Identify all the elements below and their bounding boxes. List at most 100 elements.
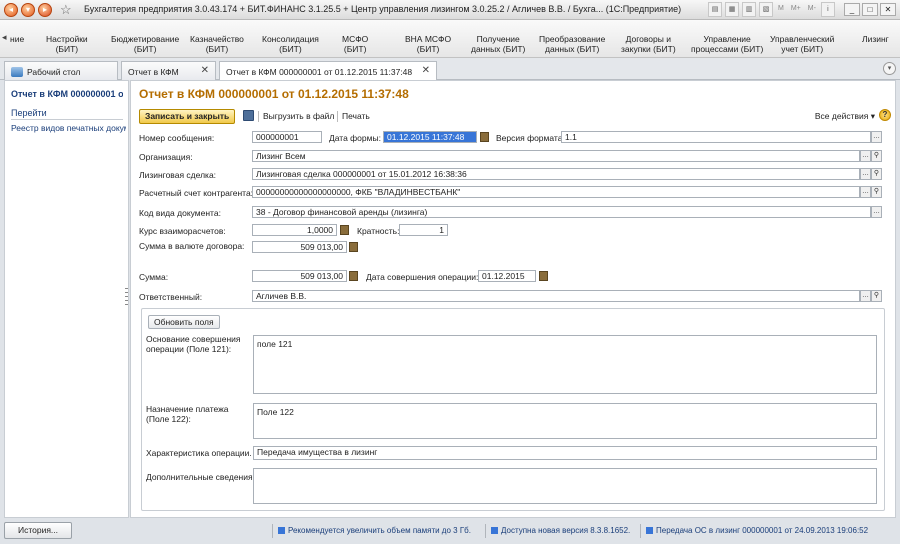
tab-label: Отчет в КФМ	[128, 67, 179, 77]
sum-cur-field[interactable]: 509 013,00	[252, 241, 347, 253]
calendar-icon[interactable]: ▧	[759, 2, 773, 17]
section-budgeting[interactable]: Бюджетирование (БИТ)	[111, 34, 179, 54]
multiplicity-field[interactable]: 1	[399, 224, 448, 236]
format-field[interactable]: 1.1	[561, 131, 871, 143]
open-search-icon[interactable]: ⚲	[871, 186, 882, 198]
select-button[interactable]: …	[871, 206, 882, 218]
open-search-icon[interactable]: ⚲	[871, 290, 882, 302]
window-title: Бухгалтерия предприятия 3.0.43.174 + БИТ…	[84, 4, 682, 14]
close-tab-icon[interactable]: ✕	[422, 65, 430, 76]
save-icon[interactable]	[243, 110, 254, 121]
section-contracts[interactable]: Договоры и закупки (БИТ)	[621, 34, 676, 54]
msg-no-field[interactable]: 000000001	[252, 131, 322, 143]
section-vna-msfo[interactable]: ВНА МСФО (БИТ)	[405, 34, 451, 54]
sum-field[interactable]: 509 013,00	[252, 270, 347, 282]
calendar-icon[interactable]	[480, 132, 489, 142]
nav-link-print-forms[interactable]: Реестр видов печатных документов	[11, 123, 126, 133]
open-search-icon[interactable]: ⚲	[871, 150, 882, 162]
calculator-icon[interactable]	[340, 225, 349, 235]
app-menu-icon[interactable]: ◂	[4, 3, 18, 17]
status-memory[interactable]: Рекомендуется увеличить объем памяти до …	[278, 526, 471, 535]
account-field[interactable]: 00000000000000000000, ФКБ "ВЛАДИНВЕСТБАН…	[252, 186, 860, 198]
section-item[interactable]: ние	[10, 34, 24, 44]
all-actions-menu[interactable]: Все действия ▾	[815, 111, 875, 122]
doc-kind-field[interactable]: 38 - Договор финансовой аренды (лизинга)	[252, 206, 871, 218]
section-data-transform[interactable]: Преобразование данных (БИТ)	[539, 34, 605, 54]
section-data-receive[interactable]: Получение данных (БИТ)	[471, 34, 525, 54]
calculator-icon[interactable]	[349, 271, 358, 281]
sum-label: Сумма:	[139, 272, 169, 282]
forward-icon[interactable]: ▸	[38, 3, 52, 17]
open-search-icon[interactable]: ⚲	[871, 168, 882, 180]
select-button[interactable]: …	[860, 168, 871, 180]
deal-label: Лизинговая сделка:	[139, 170, 217, 180]
select-button[interactable]: …	[860, 186, 871, 198]
info-icon	[491, 527, 498, 534]
m-button[interactable]: M	[776, 2, 786, 17]
section-label: Преобразование данных (БИТ)	[539, 34, 606, 54]
calendar-icon[interactable]	[539, 271, 548, 281]
m-plus-button[interactable]: M+	[789, 2, 803, 17]
close-icon[interactable]: ✕	[880, 3, 896, 16]
calculator-icon[interactable]: ▥	[742, 2, 756, 17]
back-icon[interactable]: ▾	[21, 3, 35, 17]
panel-splitter[interactable]	[125, 288, 128, 308]
form-date-field[interactable]: 01.12.2015 11:37:48	[383, 131, 477, 143]
section-leasing[interactable]: Лизинг	[862, 34, 889, 44]
maximize-icon[interactable]: □	[862, 3, 878, 16]
tab-kfm-list[interactable]: Отчет в КФМ ✕	[121, 61, 216, 80]
character-field[interactable]: Передача имущества в лизинг	[253, 446, 877, 460]
account-label: Расчетный счет контрагента:	[139, 188, 254, 198]
section-consolidation[interactable]: Консолидация (БИТ)	[262, 34, 319, 54]
deal-field[interactable]: Лизинговая сделка 000000001 от 15.01.201…	[252, 168, 860, 180]
refresh-fields-button[interactable]: Обновить поля	[148, 315, 220, 329]
sum-cur-label: Сумма в валюте договора:	[139, 241, 245, 251]
format-label: Версия формата:	[496, 133, 565, 143]
status-update[interactable]: Доступна новая версия 8.3.8.1652.	[491, 526, 630, 535]
basis-field[interactable]: поле 121	[253, 335, 877, 394]
extra-field[interactable]	[253, 468, 877, 504]
select-button[interactable]: …	[860, 150, 871, 162]
history-button[interactable]: История...	[4, 522, 72, 539]
tab-kfm-report[interactable]: Отчет в КФМ 000000001 от 01.12.2015 11:3…	[219, 61, 437, 81]
save-close-button[interactable]: Записать и закрыть	[139, 109, 236, 124]
tabs-dropdown-icon[interactable]: ▾	[883, 62, 896, 75]
help-icon[interactable]: ?	[879, 109, 891, 121]
section-label: Консолидация (БИТ)	[262, 34, 319, 54]
section-treasury[interactable]: Казначейство (БИТ)	[190, 34, 244, 54]
op-date-field[interactable]: 01.12.2015	[478, 270, 536, 282]
rate-field[interactable]: 1,0000	[252, 224, 337, 236]
close-tab-icon[interactable]: ✕	[201, 65, 209, 76]
export-file-button[interactable]: Выгрузить в файл	[263, 111, 334, 121]
purpose-field[interactable]: Поле 122	[253, 403, 877, 439]
nav-title[interactable]: Отчет в КФМ 000000001 от 01.12.2015 11:3…	[11, 89, 123, 99]
org-label: Организация:	[139, 152, 193, 162]
select-button[interactable]: …	[871, 131, 882, 143]
resp-field[interactable]: Агличев В.В.	[252, 290, 860, 302]
info-icon[interactable]: i	[820, 2, 835, 17]
info-icon	[646, 527, 653, 534]
section-label: МСФО (БИТ)	[342, 34, 369, 54]
section-settings[interactable]: Настройки (БИТ)	[46, 34, 88, 54]
calculator-icon[interactable]	[349, 242, 358, 252]
tab-desktop[interactable]: Рабочий стол	[4, 61, 118, 80]
favorites-star-icon[interactable]: ☆	[60, 2, 72, 18]
org-field[interactable]: Лизинг Всем	[252, 150, 860, 162]
status-last-doc[interactable]: Передача ОС в лизинг 000000001 от 24.09.…	[646, 526, 868, 535]
scroll-left-icon[interactable]: ◂	[2, 32, 7, 43]
m-minus-button[interactable]: M-	[806, 2, 818, 17]
open-windows-bar: Рабочий стол Отчет в КФМ ✕ Отчет в КФМ 00…	[0, 58, 900, 81]
sections-panel: ◂ ние Настройки (БИТ) Бюджетирование (БИ…	[0, 20, 900, 58]
section-label: Договоры и закупки (БИТ)	[621, 34, 676, 54]
section-management[interactable]: Управленческий учет (БИТ)	[770, 34, 834, 54]
minimize-icon[interactable]: _	[844, 3, 860, 16]
form-title: Отчет в КФМ 000000001 от 01.12.2015 11:3…	[139, 87, 409, 101]
section-label: Получение данных (БИТ)	[471, 34, 526, 54]
copy-icon[interactable]: ▤	[708, 2, 722, 17]
select-button[interactable]: …	[860, 290, 871, 302]
print-button[interactable]: Печать	[342, 111, 370, 121]
paste-icon[interactable]: ▦	[725, 2, 739, 17]
section-processes[interactable]: Управление процессами (БИТ)	[691, 34, 763, 54]
section-msfo[interactable]: МСФО (БИТ)	[342, 34, 368, 54]
form-date-label: Дата формы:	[329, 133, 381, 143]
